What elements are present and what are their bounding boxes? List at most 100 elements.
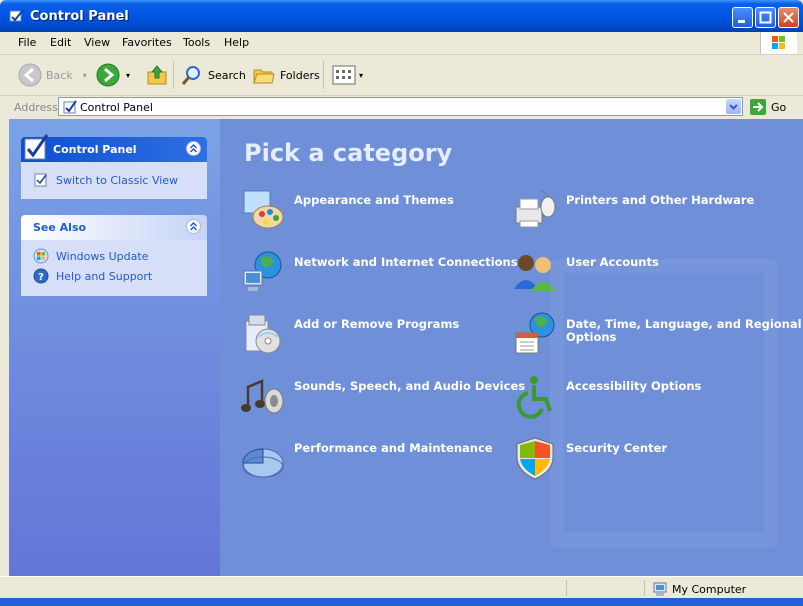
- security-shield-icon: [516, 437, 554, 480]
- category-security-center[interactable]: Security Center: [512, 435, 667, 481]
- address-dropdown-button[interactable]: [726, 99, 741, 114]
- user-accounts-label: User Accounts: [566, 255, 659, 269]
- back-button[interactable]: Back ▾: [18, 63, 87, 87]
- category-pane: Pick a category Appearance and Themes Ne…: [220, 119, 803, 576]
- status-divider: [644, 580, 645, 596]
- windows-update-icon: [33, 248, 49, 264]
- go-button[interactable]: Go: [749, 98, 786, 116]
- minimize-button[interactable]: [732, 7, 753, 28]
- collapse-see-also-button[interactable]: [186, 219, 201, 234]
- add-remove-programs-icon: [245, 314, 281, 354]
- forward-button[interactable]: ▾: [96, 63, 130, 87]
- views-icon: [332, 65, 356, 85]
- toolbar-separator: [323, 61, 324, 89]
- address-label: Address: [14, 101, 58, 114]
- category-sounds-speech-audio[interactable]: Sounds, Speech, and Audio Devices: [240, 373, 525, 419]
- forward-dropdown-icon[interactable]: ▾: [126, 71, 130, 80]
- performance-maintenance-label: Performance and Maintenance: [294, 441, 493, 455]
- menu-tools[interactable]: Tools: [183, 36, 210, 49]
- menu-edit[interactable]: Edit: [50, 36, 71, 49]
- my-computer-icon: [653, 582, 667, 596]
- page-title: Pick a category: [244, 139, 453, 167]
- help-icon: ?: [33, 268, 49, 284]
- collapse-control-panel-button[interactable]: [186, 141, 201, 156]
- windows-update-label: Windows Update: [56, 249, 149, 263]
- up-button[interactable]: [145, 63, 169, 87]
- category-date-time-language[interactable]: Date, Time, Language, and Regional Optio…: [512, 311, 803, 357]
- accessibility-icon: [516, 376, 552, 419]
- switch-classic-view-link[interactable]: Switch to Classic View: [21, 170, 207, 190]
- category-user-accounts[interactable]: User Accounts: [512, 249, 659, 295]
- help-and-support-link[interactable]: ? Help and Support: [21, 266, 207, 286]
- search-label: Search: [208, 68, 246, 82]
- go-icon: [750, 99, 766, 115]
- control-panel-icon: [9, 9, 24, 22]
- category-appearance-themes[interactable]: Appearance and Themes: [240, 187, 454, 233]
- folders-button[interactable]: Folders: [252, 63, 320, 87]
- folders-icon: [253, 69, 275, 84]
- see-also-task-box: See Also Windows Update ? Help and Suppo…: [21, 215, 207, 296]
- title-bar[interactable]: Control Panel: [0, 0, 803, 32]
- address-input[interactable]: Control Panel: [58, 97, 743, 116]
- chevron-down-icon: [729, 104, 738, 110]
- security-center-label: Security Center: [566, 441, 668, 455]
- category-network-internet[interactable]: Network and Internet Connections: [240, 249, 518, 295]
- status-divider: [566, 580, 567, 596]
- see-also-task-header[interactable]: See Also: [21, 215, 207, 240]
- performance-maintenance-icon: [242, 448, 284, 478]
- category-add-remove-programs[interactable]: Add or Remove Programs: [240, 311, 459, 357]
- control-panel-task-header[interactable]: Control Panel: [21, 134, 207, 162]
- appearance-themes-label: Appearance and Themes: [294, 193, 454, 207]
- svg-text:?: ?: [38, 272, 44, 283]
- printers-hardware-label: Printers and Other Hardware: [566, 193, 755, 207]
- printers-hardware-icon: [515, 190, 556, 228]
- network-internet-label: Network and Internet Connections: [294, 255, 518, 269]
- category-accessibility-options[interactable]: Accessibility Options: [512, 373, 701, 419]
- control-panel-icon: [24, 134, 49, 160]
- maximize-button[interactable]: [755, 7, 776, 28]
- forward-icon: [96, 63, 120, 87]
- back-icon: [18, 63, 42, 87]
- date-time-language-label: Date, Time, Language, and Regional Optio…: [566, 317, 802, 344]
- network-internet-icon: [243, 251, 282, 291]
- menu-view[interactable]: View: [84, 36, 110, 49]
- menu-file[interactable]: File: [18, 36, 36, 49]
- accessibility-options-label: Accessibility Options: [566, 379, 702, 393]
- chevron-up-icon: [189, 221, 198, 231]
- windows-flag-icon: [772, 36, 785, 49]
- task-pane: Control Panel Switch to Classic View See…: [9, 119, 220, 576]
- search-button[interactable]: Search: [180, 63, 246, 87]
- see-also-title: See Also: [33, 221, 87, 234]
- add-remove-programs-label: Add or Remove Programs: [294, 317, 460, 331]
- status-location: My Computer: [672, 582, 747, 596]
- window-title: Control Panel: [30, 9, 129, 24]
- classic-view-icon: [34, 173, 47, 187]
- sounds-speech-audio-icon: [241, 379, 284, 414]
- search-icon: [181, 66, 200, 85]
- views-button[interactable]: ▾: [332, 63, 363, 87]
- appearance-themes-icon: [243, 190, 284, 229]
- category-performance-maintenance[interactable]: Performance and Maintenance: [240, 435, 493, 481]
- status-bar: My Computer: [0, 576, 803, 599]
- category-printers-hardware[interactable]: Printers and Other Hardware: [512, 187, 754, 233]
- menu-help[interactable]: Help: [224, 36, 249, 49]
- address-value: Control Panel: [80, 101, 153, 114]
- maximize-icon: [759, 11, 772, 24]
- taskbar-strip: [0, 598, 803, 606]
- chevron-up-icon: [189, 143, 198, 153]
- control-panel-task-title: Control Panel: [53, 143, 137, 156]
- control-panel-icon: [63, 100, 77, 114]
- windows-update-link[interactable]: Windows Update: [21, 246, 207, 266]
- folders-label: Folders: [280, 68, 320, 82]
- views-dropdown-icon[interactable]: ▾: [359, 71, 363, 80]
- back-dropdown-icon[interactable]: ▾: [83, 71, 87, 80]
- standard-toolbar: Back ▾ ▾ Search Folders ▾: [0, 55, 803, 96]
- up-folder-icon: [147, 65, 167, 85]
- windows-logo: [760, 32, 797, 54]
- menu-favorites[interactable]: Favorites: [122, 36, 172, 49]
- close-button[interactable]: [778, 7, 799, 28]
- sounds-speech-audio-label: Sounds, Speech, and Audio Devices: [294, 379, 526, 393]
- help-and-support-label: Help and Support: [56, 269, 153, 283]
- address-bar: Address Control Panel Go: [0, 96, 803, 119]
- content-area: Control Panel Switch to Classic View See…: [9, 119, 803, 576]
